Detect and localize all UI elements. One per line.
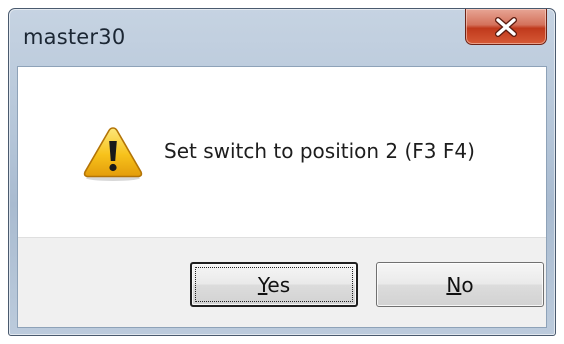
warning-icon (83, 127, 143, 181)
no-button[interactable]: No (376, 262, 544, 307)
title-bar[interactable]: master30 (9, 9, 555, 65)
yes-label-rest: es (267, 272, 291, 297)
message-text: Set switch to position 2 (F3 F4) (164, 139, 475, 163)
yes-mnemonic: Y (257, 272, 268, 297)
button-bar: Yes No (18, 237, 546, 327)
close-icon (495, 16, 517, 37)
no-label-rest: o (461, 272, 474, 297)
no-button-label: No (446, 273, 473, 297)
yes-button[interactable]: Yes (190, 262, 358, 307)
dialog-window: master30 Set switch to position 2 (F3 F4… (8, 8, 556, 336)
dialog-content: Set switch to position 2 (F3 F4) Yes No (17, 66, 547, 328)
yes-button-label: Yes (258, 273, 290, 297)
window-title: master30 (23, 25, 126, 49)
close-button[interactable] (465, 9, 547, 45)
message-area: Set switch to position 2 (F3 F4) (18, 67, 546, 237)
no-mnemonic: N (446, 272, 462, 297)
